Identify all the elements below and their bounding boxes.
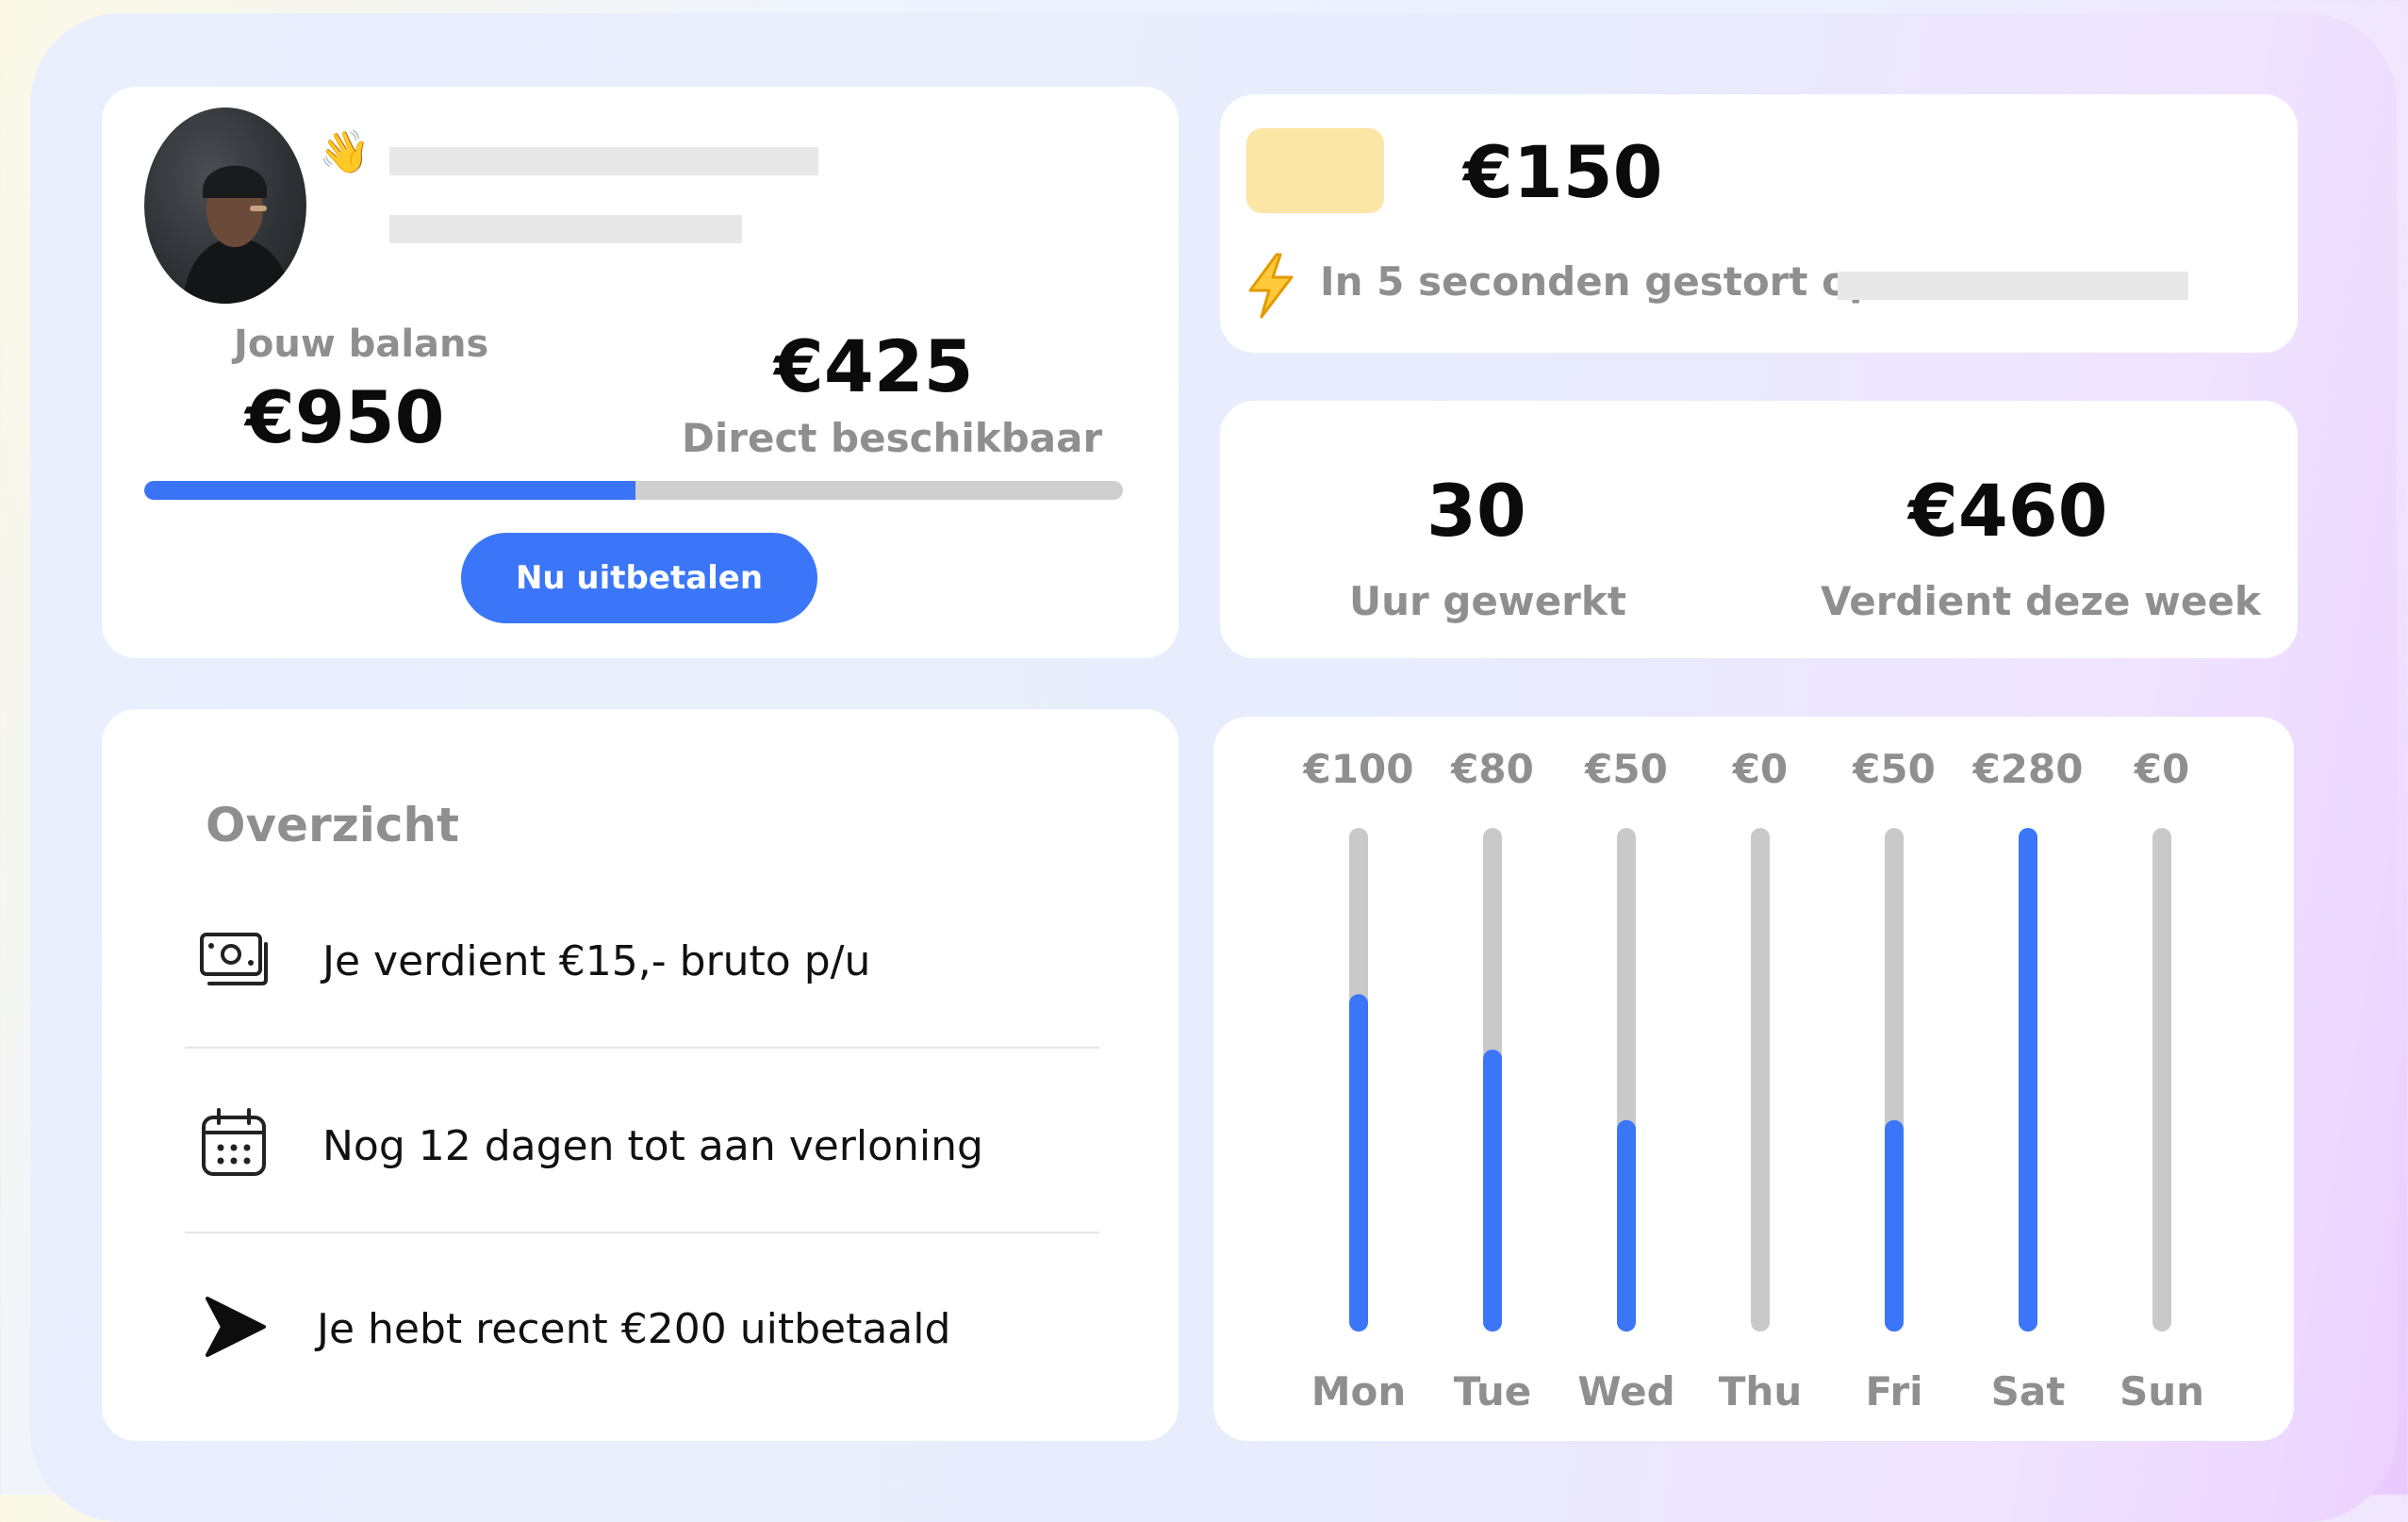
overview-divider	[185, 1047, 1099, 1049]
overview-card: Overzicht Je verdient €15,- bruto p/u No…	[102, 709, 1179, 1441]
avatar[interactable]	[144, 108, 306, 304]
bar-value-label: €100	[1303, 746, 1414, 792]
bar-track	[2152, 828, 2171, 1332]
overview-item-text: Je verdient €15,- bruto p/u	[322, 937, 871, 985]
balance-progress-fill	[144, 481, 636, 500]
lightning-icon	[1248, 253, 1294, 319]
transfer-card: €150 In 5 seconden gestort op	[1220, 94, 2298, 353]
bar-fill-sat[interactable]	[2019, 828, 2037, 1332]
balance-label: Jouw balans	[234, 323, 489, 366]
bar-fill-tue[interactable]	[1483, 1049, 1502, 1332]
overview-item-recent-payout: Je hebt recent €200 uitbetaald	[102, 1275, 1179, 1379]
bar-value-label: €50	[1852, 746, 1936, 792]
chart-canvas: €100 Mon €80 Tue €50 Wed €0 Thu €50 Fri €280 Sat €0 S…	[1303, 746, 2204, 1414]
hours-label: Uur gewerkt	[1349, 578, 1626, 624]
overview-item-payday: Nog 12 dagen tot aan verloning	[102, 1092, 1179, 1196]
day-label: Tue	[1454, 1368, 1531, 1414]
day-label: Sat	[1991, 1368, 2066, 1414]
hours-value: 30	[1427, 469, 1526, 553]
weekly-earnings-chart: €100 Mon €80 Tue €50 Wed €0 Thu €50 Fri €280 Sat €0 S…	[1213, 717, 2294, 1441]
transfer-amount: €150	[1463, 130, 1663, 214]
overview-item-text: Nog 12 dagen tot aan verloning	[322, 1122, 983, 1170]
earned-label: Verdient deze week	[1821, 578, 2261, 624]
day-label: Mon	[1311, 1368, 1407, 1414]
overview-divider	[185, 1232, 1099, 1233]
calendar-icon	[202, 1108, 266, 1176]
avatar-photo	[182, 165, 295, 304]
balance-value: €950	[245, 375, 445, 459]
overview-item-hourly-rate: Je verdient €15,- bruto p/u	[102, 907, 1179, 1011]
money-icon	[200, 933, 268, 985]
bar-fill-fri[interactable]	[1885, 1119, 1904, 1332]
day-label: Thu	[1719, 1368, 1802, 1414]
account-placeholder	[1838, 272, 2188, 300]
bar-fill-wed[interactable]	[1617, 1119, 1636, 1332]
send-icon	[206, 1297, 266, 1357]
bar-track	[1751, 828, 1770, 1332]
overview-title: Overzicht	[206, 798, 460, 852]
name-placeholder	[389, 147, 818, 175]
balance-progress-bar	[144, 481, 1123, 500]
bar-value-label: €80	[1450, 746, 1534, 792]
waving-hand-icon: 👋	[319, 128, 371, 176]
bar-value-label: €50	[1584, 746, 1668, 792]
overview-item-text: Je hebt recent €200 uitbetaald	[317, 1305, 951, 1353]
weekly-stats-card: 30 Uur gewerkt €460 Verdient deze week	[1220, 401, 2298, 658]
amount-tag	[1246, 128, 1384, 213]
payout-button[interactable]: Nu uitbetalen	[461, 533, 817, 623]
day-label: Wed	[1577, 1368, 1674, 1414]
balance-card: 👋 Jouw balans €950 €425 Direct beschikba…	[102, 87, 1179, 658]
earned-value: €460	[1908, 469, 2108, 553]
bar-fill-mon[interactable]	[1349, 994, 1368, 1332]
available-value: €425	[774, 324, 974, 408]
bar-value-label: €280	[1972, 746, 2084, 792]
day-label: Sun	[2119, 1368, 2204, 1414]
bar-value-label: €0	[1732, 746, 1788, 792]
bar-value-label: €0	[2134, 746, 2189, 792]
transfer-status-text: In 5 seconden gestort op	[1320, 258, 1878, 305]
day-label: Fri	[1865, 1368, 1922, 1414]
available-label: Direct beschikbaar	[682, 415, 1103, 461]
subtitle-placeholder	[389, 215, 742, 243]
